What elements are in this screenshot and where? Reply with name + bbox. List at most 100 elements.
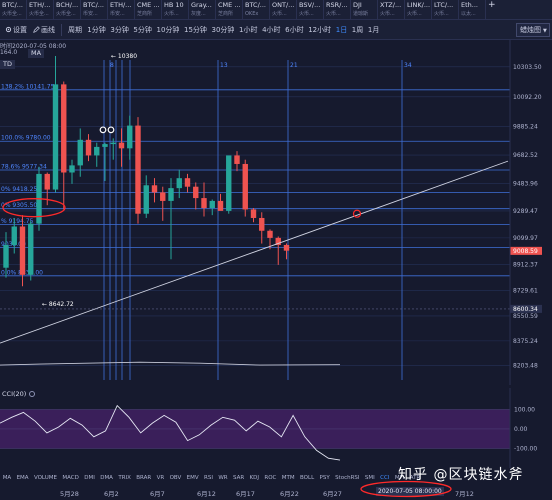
- draw-tools-button[interactable]: 画线: [30, 20, 58, 40]
- candle-body[interactable]: [61, 84, 67, 173]
- candle-body[interactable]: [168, 188, 174, 201]
- indicator-tab[interactable]: DMA: [98, 472, 116, 484]
- candle-body[interactable]: [3, 244, 9, 268]
- indicator-tab[interactable]: EMA: [14, 472, 31, 484]
- candle-body[interactable]: [28, 223, 34, 275]
- interval-button[interactable]: 1分钟: [85, 20, 108, 40]
- candle-body[interactable]: [11, 226, 17, 245]
- candle-body[interactable]: [118, 142, 125, 149]
- indicator-tab[interactable]: MACD: [60, 472, 82, 484]
- indicator-tab[interactable]: KDJ: [247, 472, 262, 484]
- ticker-tab[interactable]: BSV/... 火币...: [297, 0, 324, 20]
- candle-body[interactable]: [52, 84, 59, 190]
- ticker-tab[interactable]: ETH/... 火币全...: [27, 0, 54, 20]
- candle-body[interactable]: [44, 173, 50, 190]
- interval-button[interactable]: 1月: [366, 20, 382, 40]
- ticker-tab[interactable]: Gray... 灰度...: [189, 0, 216, 20]
- indicator-tab[interactable]: BRAR: [134, 472, 154, 484]
- candle-body[interactable]: [283, 244, 290, 251]
- candle-body[interactable]: [69, 165, 75, 173]
- td-marker: [107, 126, 115, 134]
- ticker-tab[interactable]: BTC/... 火币全...: [0, 0, 27, 20]
- indicator-tab[interactable]: OBV: [167, 472, 184, 484]
- interval-button[interactable]: 1周: [350, 20, 366, 40]
- ticker-tab[interactable]: BTC/... 币安...: [81, 0, 108, 20]
- settings-dot-icon[interactable]: [29, 391, 36, 397]
- cci-indicator-panel[interactable]: CCI(20) 100.00 0.00 -100.00: [0, 388, 552, 468]
- indicator-tab[interactable]: BOLL: [297, 472, 317, 484]
- indicator-tab[interactable]: TRIX: [116, 472, 134, 484]
- candle-body[interactable]: [250, 209, 257, 218]
- chart-toolbar: 设置 画线 周期 1分钟 3分钟 5分钟 10分钟 15分钟 30分钟 1小时 4小时 6小时 1…: [0, 20, 552, 40]
- candle-body[interactable]: [259, 217, 265, 231]
- candle-body[interactable]: [151, 185, 158, 193]
- interval-button[interactable]: 6小时: [283, 20, 306, 40]
- ticker-tab[interactable]: Eth... 以太...: [459, 0, 486, 20]
- legend-td-chip[interactable]: TD: [0, 60, 15, 69]
- chart-type-select[interactable]: 蜡烛图 ▼: [516, 23, 550, 37]
- interval-button[interactable]: 5分钟: [131, 20, 154, 40]
- candle-body[interactable]: [184, 178, 191, 187]
- ticker-tab[interactable]: HB 10 火币...: [162, 0, 189, 20]
- ticker-tab-name: LINK/...: [407, 1, 431, 9]
- candle-body[interactable]: [135, 125, 141, 214]
- candle-body[interactable]: [77, 139, 83, 166]
- ticker-tab[interactable]: LINK/... 火币...: [405, 0, 432, 20]
- candle-body[interactable]: [102, 144, 108, 147]
- indicator-tab[interactable]: RSI: [201, 472, 215, 484]
- ticker-more-button[interactable]: +: [486, 0, 526, 20]
- candle-body[interactable]: [217, 200, 224, 211]
- interval-button[interactable]: 3分钟: [108, 20, 131, 40]
- candle-body[interactable]: [234, 155, 240, 164]
- candle-body[interactable]: [94, 146, 100, 156]
- price-chart-svg[interactable]: 138.2% 10141.75 100.0% 9780.00 78.6% 9577.…: [0, 40, 552, 385]
- fib-time-label: 13: [220, 62, 228, 69]
- ticker-tab[interactable]: ETH/... 币安...: [108, 0, 135, 20]
- interval-button[interactable]: 30分钟: [209, 20, 237, 40]
- settings-button[interactable]: 设置: [2, 20, 30, 40]
- candle-body[interactable]: [19, 226, 26, 275]
- ticker-tab[interactable]: RSR/... 火币...: [324, 0, 351, 20]
- candle-body[interactable]: [110, 142, 116, 145]
- candle-body[interactable]: [85, 139, 92, 156]
- interval-button[interactable]: 4小时: [260, 20, 283, 40]
- candle-body[interactable]: [209, 200, 215, 209]
- candle-body[interactable]: [242, 163, 248, 210]
- price-chart[interactable]: 138.2% 10141.75 100.0% 9780.00 78.6% 9577.…: [0, 40, 552, 385]
- indicator-tab[interactable]: SAR: [230, 472, 247, 484]
- candle-body[interactable]: [267, 230, 273, 238]
- candle-body[interactable]: [226, 155, 232, 211]
- indicator-tab[interactable]: VOLUME: [31, 472, 59, 484]
- indicator-tab[interactable]: MA: [0, 472, 14, 484]
- indicator-tab[interactable]: VR: [154, 472, 167, 484]
- indicator-tab[interactable]: MTM: [279, 472, 297, 484]
- ticker-tab[interactable]: CME ... 芝商所: [135, 0, 162, 20]
- ticker-tab-name: DJI: [353, 1, 362, 9]
- interval-button[interactable]: 1日: [333, 20, 349, 40]
- interval-button[interactable]: 1小时: [237, 20, 260, 40]
- legend-ma-chip[interactable]: MA: [28, 49, 45, 58]
- chart-type-value: 蜡烛图: [520, 26, 541, 34]
- ticker-tab[interactable]: BCH/... 火币全...: [54, 0, 81, 20]
- indicator-tab[interactable]: PSY: [317, 472, 333, 484]
- interval-button[interactable]: 15分钟: [182, 20, 210, 40]
- candle-body[interactable]: [160, 192, 166, 201]
- interval-button[interactable]: 12小时: [306, 20, 334, 40]
- interval-button[interactable]: 10分钟: [154, 20, 182, 40]
- ticker-tab[interactable]: ONT/... 火币...: [270, 0, 297, 20]
- candle-body[interactable]: [176, 178, 182, 189]
- ticker-tab-name: BSV/...: [299, 1, 321, 9]
- candle-body[interactable]: [127, 125, 133, 149]
- ticker-tab[interactable]: CME ... 芝商所: [216, 0, 243, 20]
- ticker-tab[interactable]: LTC/... 火币...: [432, 0, 459, 20]
- candle-body[interactable]: [201, 198, 207, 209]
- indicator-tab[interactable]: ROC: [262, 472, 279, 484]
- candle-body[interactable]: [193, 186, 199, 199]
- candle-body[interactable]: [143, 185, 149, 214]
- indicator-tab[interactable]: DMI: [82, 472, 98, 484]
- ticker-tab[interactable]: BTC/... OKEx: [243, 0, 270, 20]
- ticker-tab[interactable]: XTZ/... 火币...: [378, 0, 405, 20]
- indicator-tab[interactable]: WR: [216, 472, 231, 484]
- indicator-tab[interactable]: EMV: [184, 472, 201, 484]
- ticker-tab[interactable]: DJI 道琼斯: [351, 0, 378, 20]
